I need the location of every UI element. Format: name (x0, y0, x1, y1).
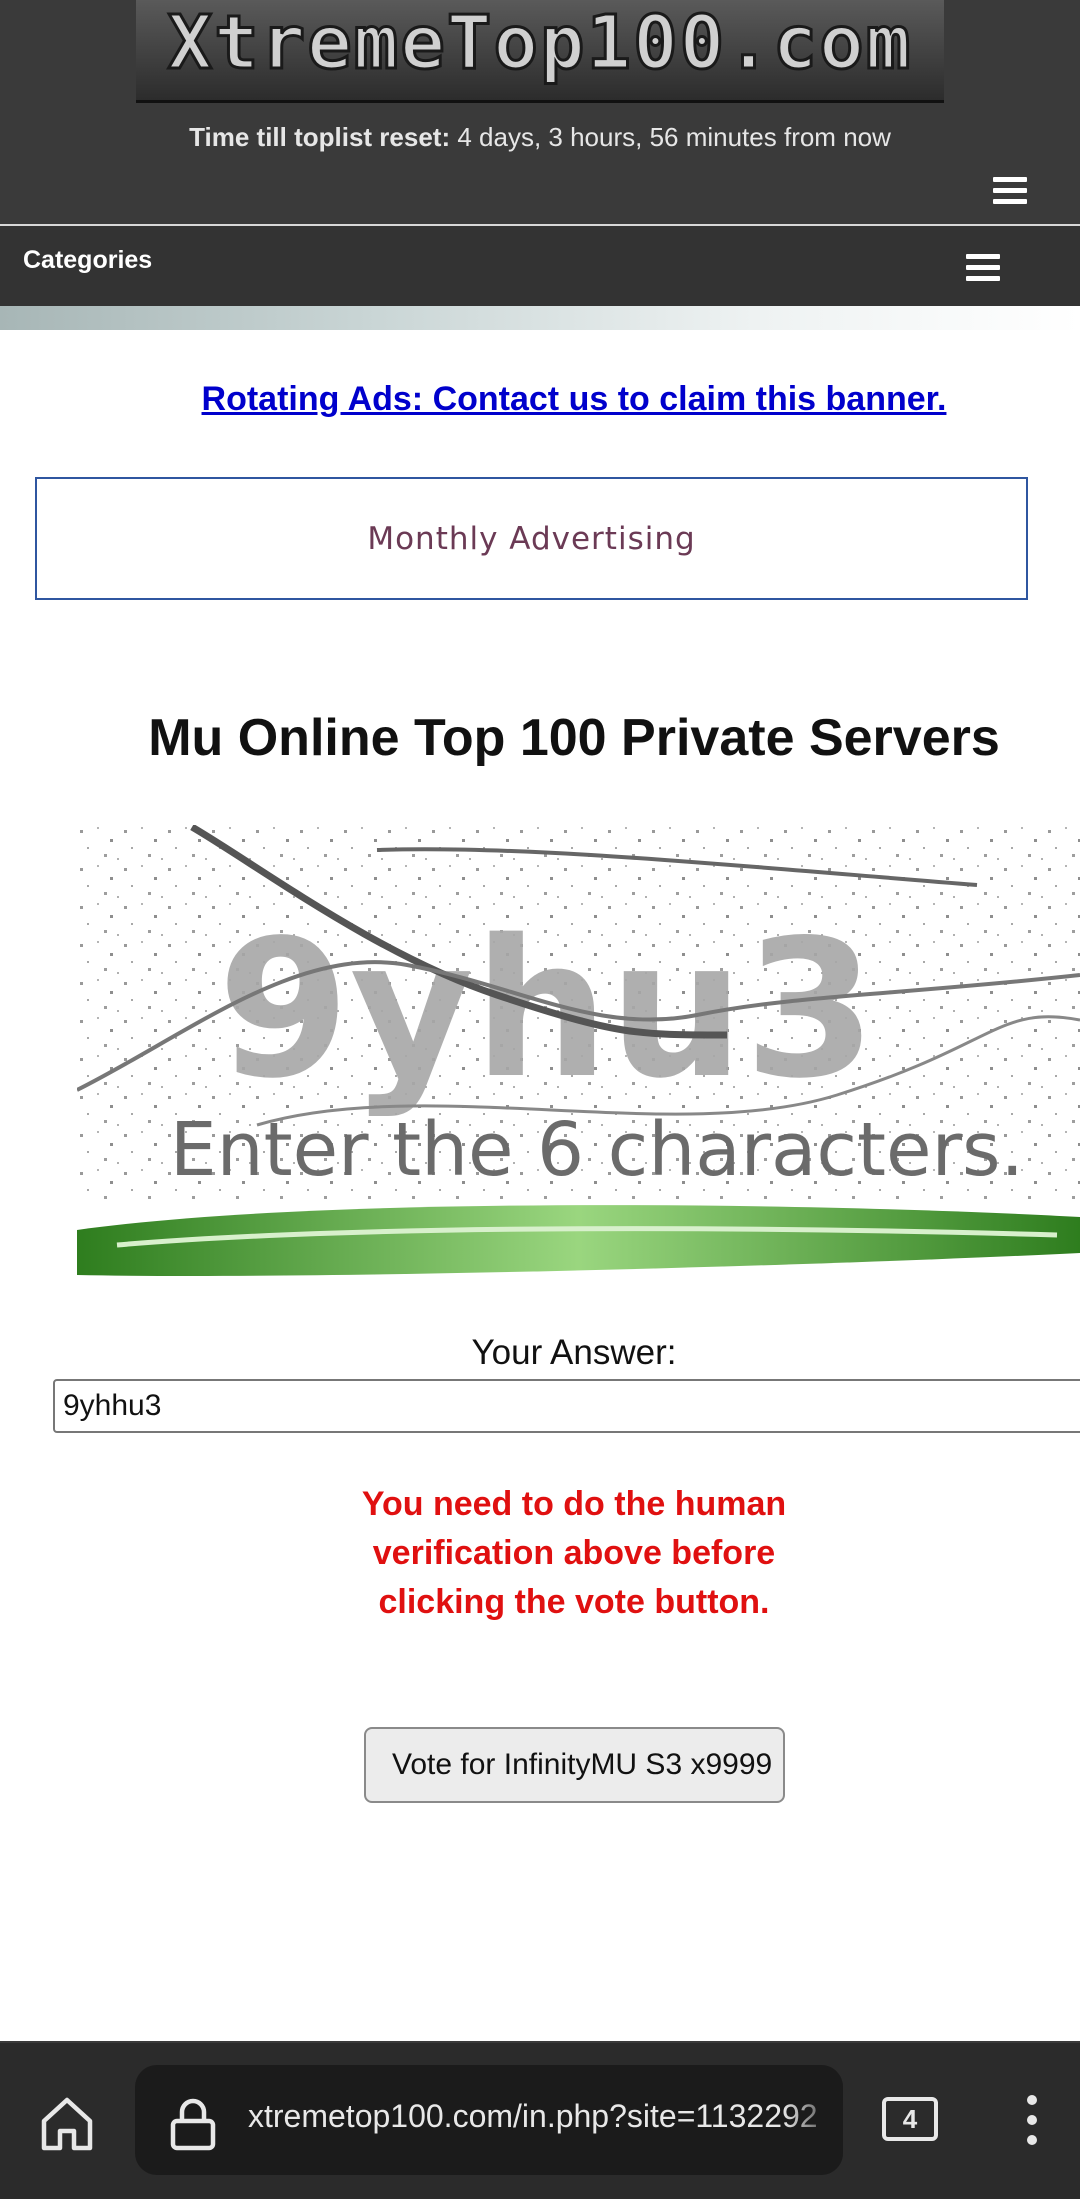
lock-icon[interactable] (169, 2097, 217, 2151)
decorative-strip (0, 306, 1080, 330)
home-icon[interactable] (36, 2093, 98, 2155)
toplist-reset-timer: Time till toplist reset: 4 days, 3 hours… (0, 122, 1080, 153)
categories-menu-icon[interactable] (966, 254, 1000, 282)
verification-warning: You need to do the human verification ab… (361, 1485, 787, 1621)
captcha-answer-input[interactable] (53, 1379, 1080, 1433)
page-title: Mu Online Top 100 Private Servers (148, 709, 1000, 767)
url-text: xtremetop100.com/in.php?site=1132292 (248, 2098, 818, 2134)
rotating-ads-link[interactable]: Rotating Ads: Contact us to claim this b… (0, 380, 1080, 419)
categories-bar: Categories (0, 226, 1080, 306)
tab-switcher-button[interactable]: 4 (882, 2097, 938, 2141)
captcha-instruction: Enter the 6 characters. (170, 1107, 1024, 1193)
answer-label: Your Answer: (471, 1333, 677, 1372)
categories-label[interactable]: Categories (23, 246, 152, 275)
address-bar[interactable]: xtremetop100.com/in.php?site=1132292 (135, 2065, 843, 2175)
more-options-icon[interactable] (1020, 2095, 1044, 2151)
hamburger-menu-icon[interactable] (993, 177, 1027, 205)
vote-button[interactable]: Vote for InfinityMU S3 x9999 (364, 1727, 785, 1803)
captcha-image: 9yhu3 Enter the 6 characters. (77, 825, 1080, 1280)
site-logo[interactable]: XtremeTop100.com (136, 0, 944, 103)
browser-toolbar: xtremetop100.com/in.php?site=1132292 4 (0, 2041, 1080, 2199)
reset-value: 4 days, 3 hours, 56 minutes from now (457, 122, 891, 152)
monthly-advertising-label: Monthly Advertising (367, 520, 696, 557)
site-header: XtremeTop100.com Time till toplist reset… (0, 0, 1080, 225)
logo-text: XtremeTop100.com (168, 0, 913, 86)
monthly-advertising-banner[interactable]: Monthly Advertising (35, 477, 1028, 600)
reset-label: Time till toplist reset: (189, 122, 451, 152)
